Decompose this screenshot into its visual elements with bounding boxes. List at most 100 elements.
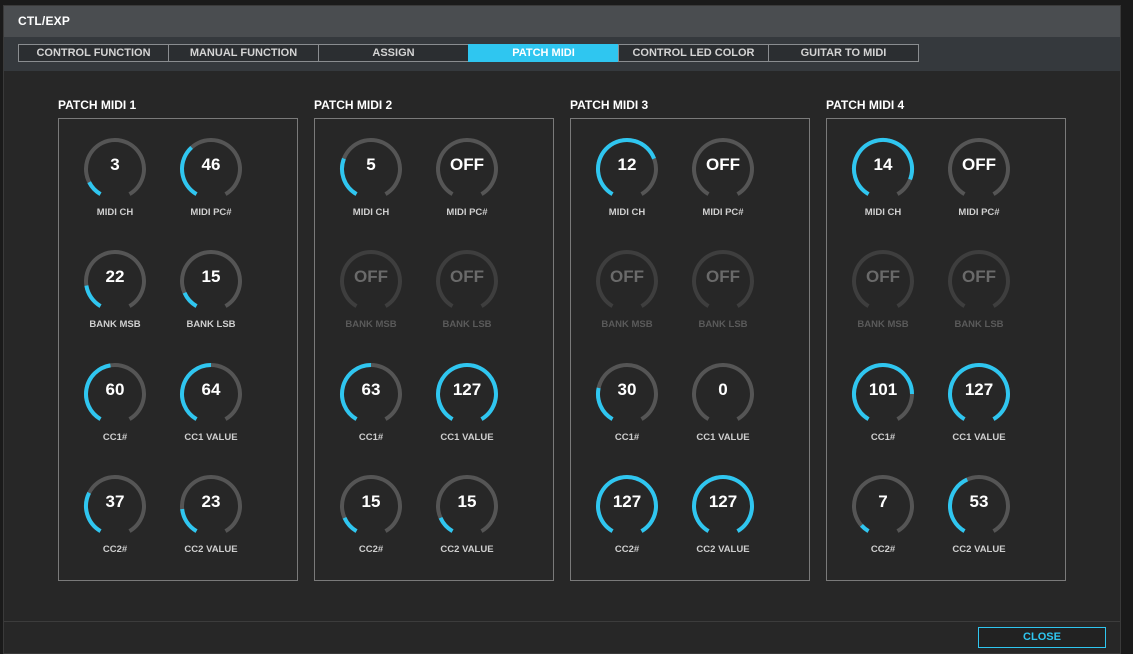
midi-ch-knob[interactable]: 3 MIDI CH bbox=[75, 137, 155, 237]
cc2-value-label: CC2 VALUE bbox=[952, 544, 1006, 555]
cc2-value: 15 bbox=[361, 492, 381, 511]
tab-control-function[interactable]: CONTROL FUNCTION bbox=[18, 44, 169, 62]
cc2-value-knob[interactable]: 53 CC2 VALUE bbox=[939, 474, 1019, 574]
midi-ch-value: 5 bbox=[366, 155, 376, 174]
ctl-exp-window: CTL/EXP CONTROL FUNCTION MANUAL FUNCTION… bbox=[3, 5, 1121, 654]
tab-bar: CONTROL FUNCTION MANUAL FUNCTION ASSIGN … bbox=[4, 37, 1120, 71]
bank-msb-label: BANK MSB bbox=[857, 319, 909, 330]
cc1-value: 63 bbox=[361, 380, 381, 399]
cc1-value-knob[interactable]: 127 CC1 VALUE bbox=[427, 362, 507, 462]
cc1-value-knob[interactable]: 127 CC1 VALUE bbox=[939, 362, 1019, 462]
close-button[interactable]: CLOSE bbox=[978, 627, 1106, 648]
cc2-value: 127 bbox=[612, 492, 642, 511]
bank-msb-label: BANK MSB bbox=[601, 319, 653, 330]
cc2-label: CC2# bbox=[614, 544, 640, 555]
dial-fill bbox=[438, 516, 454, 533]
cc2-value-knob[interactable]: 127 CC2 VALUE bbox=[683, 474, 763, 574]
cc1-label: CC1# bbox=[870, 432, 896, 443]
tab-control-led-color[interactable]: CONTROL LED COLOR bbox=[618, 44, 769, 62]
cc1-value-knob[interactable]: 0 CC1 VALUE bbox=[683, 362, 763, 462]
midi-pc-label: MIDI PC# bbox=[190, 207, 232, 218]
cc1-value-value: 127 bbox=[964, 380, 994, 399]
cc1-value: 60 bbox=[105, 380, 125, 399]
patch-midi-2-panel: 5 MIDI CH OFF MIDI PC# OFF BANK MSB OFF BANK LS… bbox=[314, 118, 554, 581]
cc2-value-value: 23 bbox=[201, 492, 221, 511]
dial-fill bbox=[87, 181, 102, 196]
midi-pc-knob[interactable]: OFF MIDI PC# bbox=[427, 137, 507, 237]
midi-ch-value: 12 bbox=[617, 155, 637, 174]
cc2-value-knob[interactable]: 23 CC2 VALUE bbox=[171, 474, 251, 574]
midi-pc-knob[interactable]: 46 MIDI PC# bbox=[171, 137, 251, 237]
bank-msb-value: OFF bbox=[354, 267, 388, 286]
cc2-knob[interactable]: 7 CC2# bbox=[843, 474, 923, 574]
tab-guitar-to-midi[interactable]: GUITAR TO MIDI bbox=[768, 44, 919, 62]
cc1-value-label: CC1 VALUE bbox=[184, 432, 238, 443]
bank-lsb-knob: OFF BANK LSB bbox=[427, 249, 507, 349]
midi-ch-label: MIDI CH bbox=[352, 207, 390, 218]
footer-divider bbox=[4, 621, 1120, 622]
cc1-knob[interactable]: 60 CC1# bbox=[75, 362, 155, 462]
tab-assign[interactable]: ASSIGN bbox=[318, 44, 469, 62]
cc2-knob[interactable]: 127 CC2# bbox=[587, 474, 667, 574]
cc1-value: 30 bbox=[617, 380, 637, 399]
tab-patch-midi[interactable]: PATCH MIDI bbox=[468, 44, 619, 62]
midi-pc-value: OFF bbox=[706, 155, 740, 174]
bank-msb-value: 22 bbox=[105, 267, 125, 286]
cc1-knob[interactable]: 30 CC1# bbox=[587, 362, 667, 462]
cc1-label: CC1# bbox=[614, 432, 640, 443]
midi-pc-label: MIDI PC# bbox=[446, 207, 488, 218]
dial-fill bbox=[180, 508, 198, 533]
cc2-value: 7 bbox=[878, 492, 888, 511]
midi-ch-label: MIDI CH bbox=[96, 207, 134, 218]
window-title: CTL/EXP bbox=[18, 14, 71, 28]
cc2-value-value: 127 bbox=[708, 492, 738, 511]
midi-ch-label: MIDI CH bbox=[864, 207, 902, 218]
midi-ch-knob[interactable]: 5 MIDI CH bbox=[331, 137, 411, 237]
cc2-value-label: CC2 VALUE bbox=[440, 544, 494, 555]
bank-msb-label: BANK MSB bbox=[345, 319, 397, 330]
bank-msb-knob: OFF BANK MSB bbox=[843, 249, 923, 349]
patch-midi-1-title: PATCH MIDI 1 bbox=[58, 98, 137, 112]
cc2-value: 37 bbox=[105, 492, 125, 511]
cc1-value-knob[interactable]: 64 CC1 VALUE bbox=[171, 362, 251, 462]
bank-lsb-label: BANK LSB bbox=[442, 319, 492, 330]
patch-midi-4-title: PATCH MIDI 4 bbox=[826, 98, 905, 112]
bank-msb-label: BANK MSB bbox=[89, 319, 141, 330]
tab-manual-function[interactable]: MANUAL FUNCTION bbox=[168, 44, 319, 62]
cc1-value-value: 127 bbox=[452, 380, 482, 399]
midi-pc-knob[interactable]: OFF MIDI PC# bbox=[939, 137, 1019, 237]
cc1-value: 101 bbox=[868, 380, 898, 399]
midi-pc-label: MIDI PC# bbox=[702, 207, 744, 218]
midi-ch-knob[interactable]: 14 MIDI CH bbox=[843, 137, 923, 237]
bank-lsb-knob[interactable]: 15 BANK LSB bbox=[171, 249, 251, 349]
bank-lsb-label: BANK LSB bbox=[186, 319, 236, 330]
cc2-value-value: 15 bbox=[457, 492, 477, 511]
bank-lsb-label: BANK LSB bbox=[698, 319, 748, 330]
cc1-value-value: 64 bbox=[201, 380, 221, 399]
title-bar: CTL/EXP bbox=[4, 6, 1120, 37]
cc1-knob[interactable]: 101 CC1# bbox=[843, 362, 923, 462]
cc2-label: CC2# bbox=[870, 544, 896, 555]
midi-pc-knob[interactable]: OFF MIDI PC# bbox=[683, 137, 763, 237]
cc2-value-knob[interactable]: 15 CC2 VALUE bbox=[427, 474, 507, 574]
dial-fill bbox=[182, 291, 198, 308]
cc1-value-label: CC1 VALUE bbox=[952, 432, 1006, 443]
bank-lsb-value: 15 bbox=[201, 267, 221, 286]
cc2-value-label: CC2 VALUE bbox=[184, 544, 238, 555]
cc2-knob[interactable]: 37 CC2# bbox=[75, 474, 155, 574]
midi-ch-knob[interactable]: 12 MIDI CH bbox=[587, 137, 667, 237]
patch-midi-3-panel: 12 MIDI CH OFF MIDI PC# OFF BANK MSB OFF BANK L… bbox=[570, 118, 810, 581]
cc2-label: CC2# bbox=[358, 544, 384, 555]
midi-pc-value: OFF bbox=[450, 155, 484, 174]
dial-fill bbox=[859, 524, 870, 533]
midi-ch-label: MIDI CH bbox=[608, 207, 646, 218]
cc1-knob[interactable]: 63 CC1# bbox=[331, 362, 411, 462]
midi-pc-value: OFF bbox=[962, 155, 996, 174]
bank-lsb-knob: OFF BANK LSB bbox=[683, 249, 763, 349]
cc1-value-value: 0 bbox=[718, 380, 728, 399]
cc1-value-label: CC1 VALUE bbox=[696, 432, 750, 443]
bank-lsb-value: OFF bbox=[962, 267, 996, 286]
cc1-label: CC1# bbox=[358, 432, 384, 443]
cc2-knob[interactable]: 15 CC2# bbox=[331, 474, 411, 574]
bank-msb-knob[interactable]: 22 BANK MSB bbox=[75, 249, 155, 349]
